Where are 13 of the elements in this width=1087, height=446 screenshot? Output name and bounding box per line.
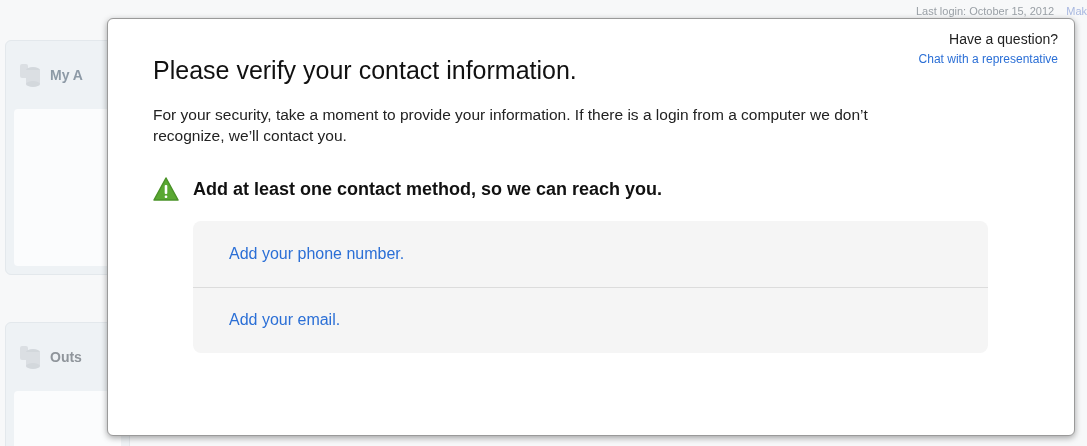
warning-text: Add at least one contact method, so we can reach you. [193,177,663,201]
dialog-title: Please verify your contact information. [153,55,577,86]
warning-icon [153,177,179,201]
intro-text: For your security, take a moment to provide your information. If there is a login from a computer we don’t recognize, we’ll contact you. [153,104,869,146]
last-login-text: Last login: October 15, 2012 [916,4,1055,18]
database-icon [18,344,42,370]
add-contact-link[interactable]: Add your email. [229,308,341,332]
add-contact-link[interactable]: Add your phone number. [229,241,405,266]
panel-title: My A [50,65,83,85]
database-icon [18,62,42,88]
help-question: Have a question? [949,30,1058,49]
chat-link[interactable]: Chat with a representative [918,50,1058,68]
panel-title: Outs [50,347,82,367]
